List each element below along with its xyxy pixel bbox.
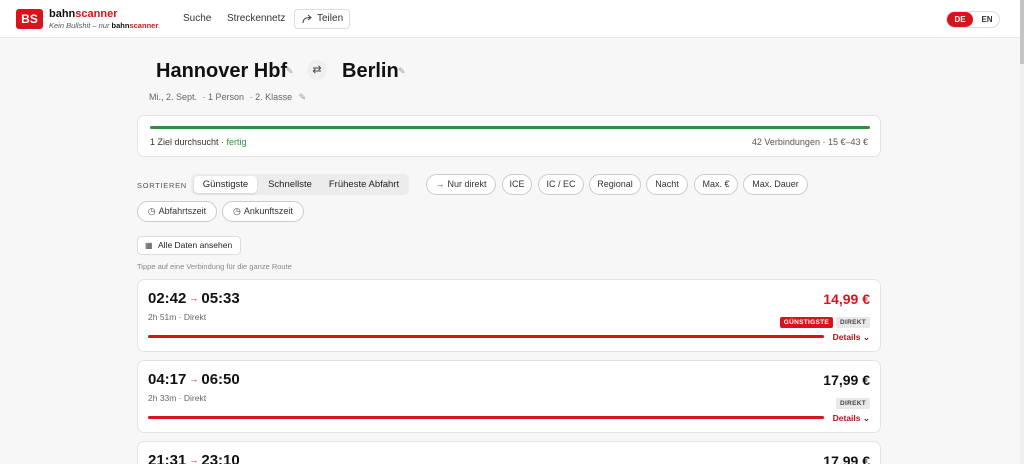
route-origin[interactable]: Hannover Hbf — [156, 60, 287, 83]
share-icon — [302, 14, 312, 24]
top-bar: BS bahnscanner Kein Bullshit – nur bahns… — [0, 0, 1020, 38]
direct-badge: DIREKT — [836, 317, 870, 328]
arrow-right-icon: → — [435, 179, 445, 189]
tagline-brand-part-2: scanner — [129, 21, 159, 30]
share-label: Teilen — [317, 13, 344, 24]
tagline: Kein Bullshit – nur bahnscanner. — [49, 21, 160, 30]
brand-part-1: bahn — [49, 8, 76, 20]
filter-direct-only[interactable]: → Nur direkt — [426, 174, 496, 195]
connection-times: 02:42 → 05:33 — [148, 290, 240, 307]
search-status-done: fertig — [226, 137, 247, 147]
connection-price: 17,99 € — [823, 372, 870, 388]
connection-price: 14,99 € — [823, 291, 870, 307]
arrow-icon: → — [189, 293, 199, 303]
filter-arrival-time[interactable]: ◷ Ankunftszeit — [222, 201, 304, 222]
direct-badge: DIREKT — [836, 398, 870, 409]
sort-cheapest[interactable]: Günstigste — [194, 176, 257, 193]
swap-route-button[interactable]: ⇄ — [307, 60, 327, 80]
departure-time: 21:31 — [148, 452, 187, 464]
clock-icon: ◷ — [233, 206, 241, 216]
filter-direct-label: Nur direkt — [447, 179, 487, 189]
calendar-icon: ▦ — [145, 241, 153, 250]
connection-price: 17,99 € — [823, 453, 870, 464]
connection-card[interactable]: 02:42 → 05:33 2h 51m · Direkt 14,99 € GÜNS… — [137, 279, 881, 352]
departure-time: 04:17 — [148, 371, 187, 388]
filter-ic-ec[interactable]: IC / EC — [538, 174, 584, 195]
tagline-suffix: . — [158, 21, 161, 30]
arrival-time: 06:50 — [201, 371, 240, 388]
filter-night[interactable]: Nacht — [646, 174, 688, 195]
logo[interactable]: BS — [16, 9, 43, 29]
arrow-icon: → — [189, 374, 199, 384]
route-timeline-bar — [148, 416, 824, 419]
connection-times: 04:17 → 06:50 — [148, 371, 240, 388]
details-toggle[interactable]: Details ⌄ — [833, 413, 870, 424]
sort-fastest[interactable]: Schnellste — [259, 176, 321, 193]
connection-card[interactable]: 21:31 → 23:10 17,99 € — [137, 441, 881, 464]
share-button[interactable]: Teilen — [294, 9, 350, 29]
filter-max-duration[interactable]: Max. Dauer — [743, 174, 808, 195]
details-toggle[interactable]: Details ⌄ — [833, 332, 870, 343]
tagline-brand-part-1: bahn — [111, 21, 130, 30]
language-toggle: DE EN — [946, 11, 1000, 28]
connection-duration: 2h 51m · Direkt — [148, 312, 207, 322]
connection-card[interactable]: 04:17 → 06:50 2h 33m · Direkt 17,99 € DIRE… — [137, 360, 881, 433]
sort-earliest[interactable]: Früheste Abfahrt — [323, 176, 405, 193]
brand-name[interactable]: bahnscanner — [49, 8, 117, 20]
lang-de-button[interactable]: DE — [947, 12, 973, 27]
trip-details: Mi., 2. Sept. · 1 Person · 2. Klasse ✎ — [149, 92, 306, 103]
scrollbar-thumb[interactable] — [1020, 0, 1024, 64]
brand-part-2: scanner — [75, 8, 118, 20]
filter-max-price[interactable]: Max. € — [694, 174, 738, 195]
nav-search[interactable]: Suche — [183, 13, 211, 24]
cheapest-badge: GÜNSTIGSTE — [779, 317, 833, 328]
filter-arrival-label: Ankunftszeit — [243, 206, 293, 216]
edit-destination-icon[interactable]: ✎ — [398, 66, 406, 77]
trip-passengers: · 1 Person — [202, 92, 245, 102]
tagline-prefix: Kein Bullshit – nur — [49, 21, 112, 30]
edit-trip-icon[interactable]: ✎ — [299, 92, 307, 102]
results-summary: 42 Verbindungen · 15 €–43 € — [751, 137, 868, 147]
connection-times: 21:31 → 23:10 — [148, 452, 240, 464]
progress-track — [150, 126, 870, 129]
hint-text: Tippe auf eine Verbindung für die ganze … — [137, 262, 292, 271]
searched-count: 1 Ziel durchsucht — [150, 137, 219, 147]
sort-options: Günstigste Schnellste Früheste Abfahrt — [191, 174, 409, 195]
connection-badges: GÜNSTIGSTE DIREKT — [777, 311, 870, 328]
trip-class: · 2. Klasse — [249, 92, 293, 102]
filter-ice[interactable]: ICE — [502, 174, 532, 195]
arrival-time: 23:10 — [201, 452, 240, 464]
chevron-down-icon: ⌄ — [862, 413, 870, 423]
route-destination[interactable]: Berlin — [342, 60, 399, 83]
filter-departure-label: Abfahrtszeit — [158, 206, 207, 216]
departure-time: 02:42 — [148, 290, 187, 307]
search-status: 1 Ziel durchsucht · fertig — [150, 137, 247, 147]
connection-badges: DIREKT — [833, 392, 870, 409]
filter-regional[interactable]: Regional — [589, 174, 641, 195]
scrollbar[interactable] — [1020, 0, 1024, 464]
route-timeline-bar — [148, 335, 824, 338]
details-label: Details — [832, 413, 861, 423]
trip-date: Mi., 2. Sept. — [149, 92, 198, 102]
details-label: Details — [832, 332, 861, 342]
progress-fill — [150, 126, 870, 129]
nav-network[interactable]: Streckennetz — [227, 13, 285, 24]
lang-en-button[interactable]: EN — [974, 12, 1000, 27]
clock-icon: ◷ — [147, 206, 156, 216]
all-data-button[interactable]: ▦ Alle Daten ansehen — [137, 236, 241, 255]
arrow-icon: → — [189, 455, 199, 464]
edit-origin-icon[interactable]: ✎ — [286, 66, 294, 77]
filter-departure-time[interactable]: ◷ Abfahrtszeit — [137, 201, 217, 222]
search-progress-card: 1 Ziel durchsucht · fertig 42 Verbindung… — [137, 115, 881, 157]
chevron-down-icon: ⌄ — [862, 332, 870, 342]
all-data-label: Alle Daten ansehen — [158, 240, 233, 250]
connection-duration: 2h 33m · Direkt — [148, 393, 207, 403]
arrival-time: 05:33 — [201, 290, 240, 307]
sort-label: SORTIEREN — [137, 181, 187, 190]
